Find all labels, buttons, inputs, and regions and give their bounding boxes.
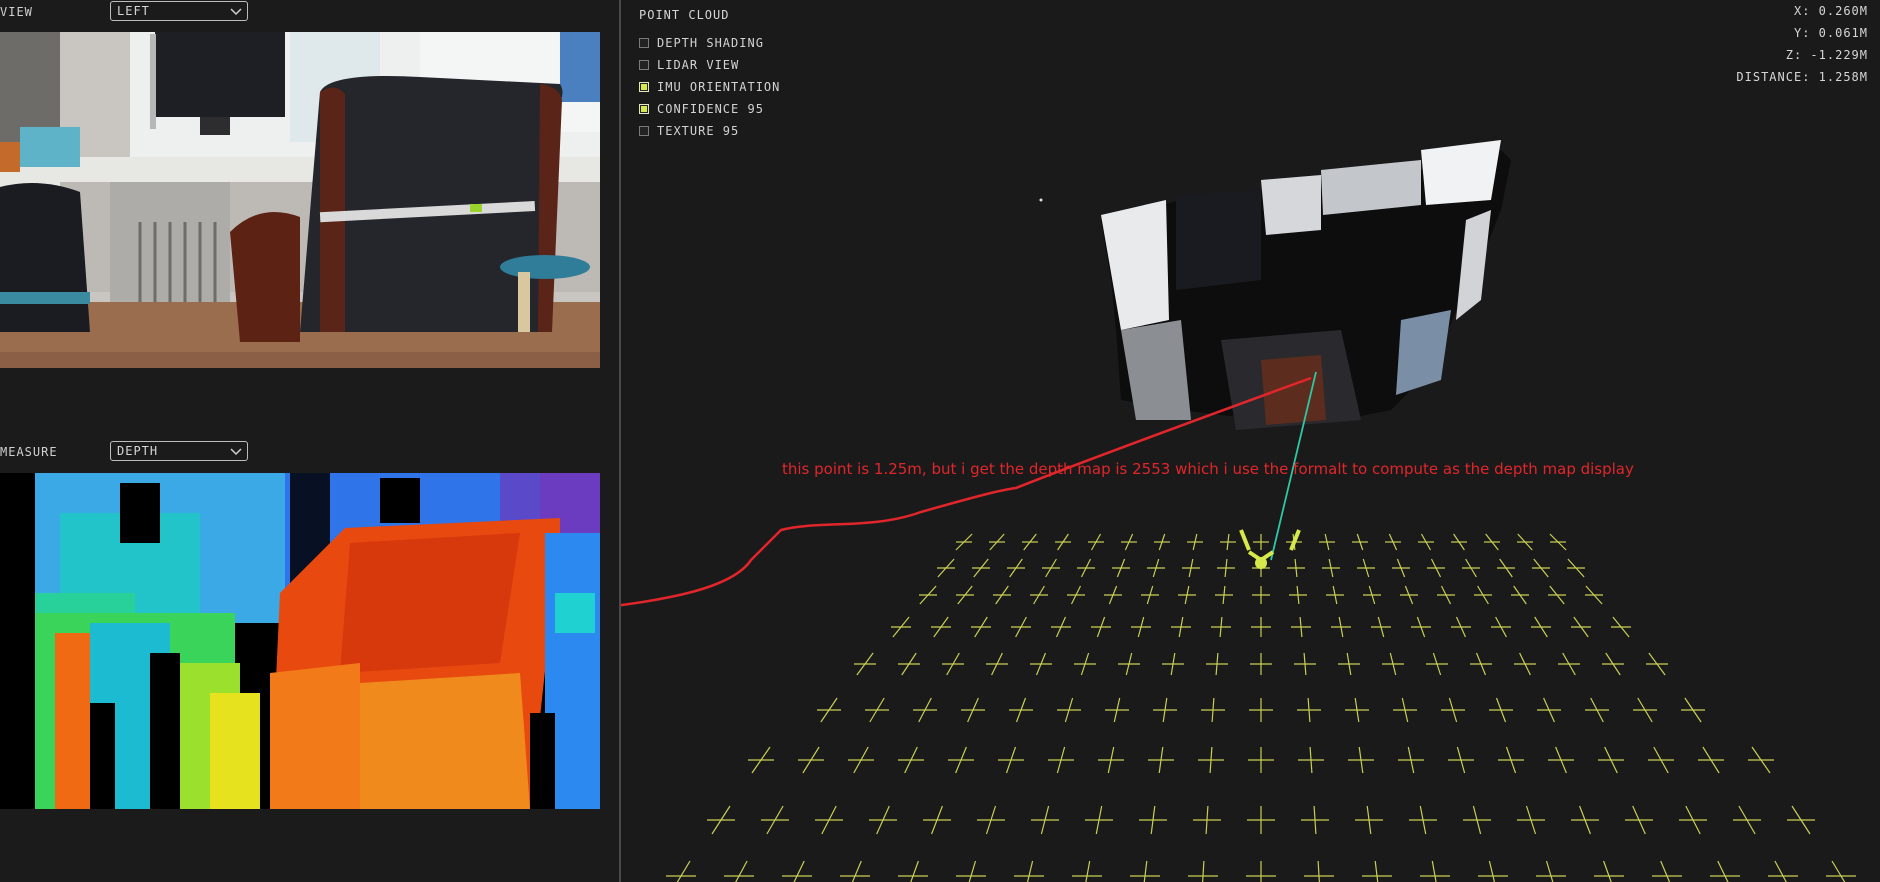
chevron-down-icon [230,8,242,16]
floor-grid [666,533,1856,882]
point-cloud-viewer[interactable]: POINT CLOUD DEPTH SHADING LIDAR VIEW IMU… [621,0,1880,882]
camera-left-image [0,32,600,368]
grid-mark [1317,860,1320,882]
grid-mark [1545,860,1554,882]
point-cloud-mass [1039,140,1511,430]
measure-select-value: DEPTH [117,444,159,458]
grid-mark [1202,860,1205,882]
measure-label: MEASURE [0,445,58,459]
grid-mark [1374,860,1379,882]
measure-select[interactable]: DEPTH [110,441,248,461]
grid-mark [1085,860,1091,882]
view-select[interactable]: LEFT [110,1,248,21]
view-label: VIEW [0,5,33,19]
chevron-down-icon [230,448,242,456]
grid-mark [968,860,977,882]
left-panel: VIEW LEFT MEASURE DEPTH [0,0,620,882]
grid-mark [851,860,862,882]
measure-marker [1239,529,1301,569]
grid-mark [1831,860,1846,882]
grid-mark [1603,860,1612,882]
depth-map-image [0,473,600,809]
grid-mark [676,860,691,882]
grid-mark [1026,860,1034,882]
grid-mark [793,860,805,882]
grid-mark [1660,860,1671,882]
point-cloud-canvas [621,140,1856,882]
grid-mark [1431,860,1437,882]
grid-mark [1143,860,1148,882]
grid-mark [1488,860,1496,882]
grid-mark [735,860,748,882]
grid-mark [1774,860,1787,882]
grid-mark [1717,860,1729,882]
grid-mark [910,860,919,882]
annotation-note: this point is 1.25m, but i get the depth… [782,460,1634,478]
view-select-value: LEFT [117,4,150,18]
